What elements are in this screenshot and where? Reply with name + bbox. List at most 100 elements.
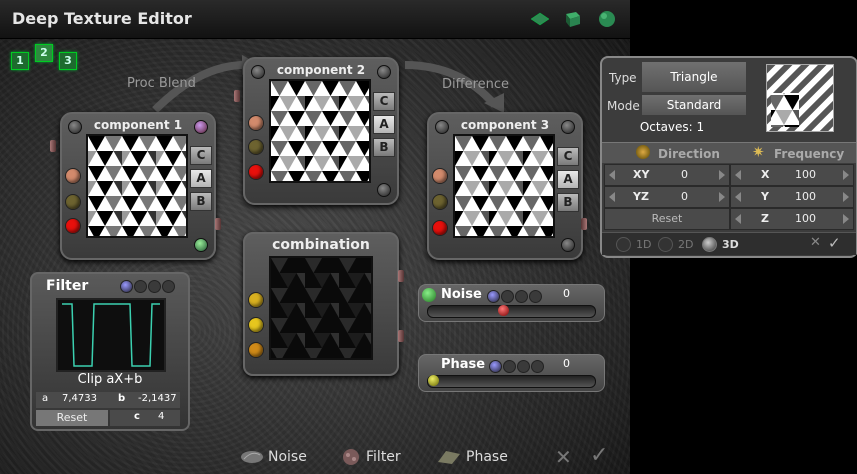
component-3-panel[interactable]: component 3 C A B — [427, 112, 583, 260]
component-2-b-button[interactable]: B — [373, 138, 395, 157]
component-1-c-button[interactable]: C — [190, 146, 212, 165]
phase-track[interactable] — [427, 375, 596, 388]
xy-row[interactable]: XY 0 — [604, 164, 730, 186]
direction-frequency-header: Direction ✷ Frequency — [602, 142, 856, 163]
yz-decrease-icon[interactable] — [609, 192, 615, 202]
filter-c-row: c 4 — [110, 410, 180, 426]
component-1-output-plug[interactable] — [215, 218, 221, 230]
y-increase-icon[interactable] — [843, 192, 849, 202]
component-3-c-button[interactable]: C — [557, 147, 579, 166]
dim-1d-label: 1D — [636, 238, 652, 251]
tab-3[interactable]: 3 — [59, 52, 77, 70]
component-2-input-plug[interactable] — [234, 90, 240, 102]
cube-view-icon[interactable] — [562, 10, 582, 28]
confirm-icon[interactable]: ✓ — [590, 443, 608, 468]
yz-row[interactable]: YZ 0 — [604, 186, 730, 208]
xy-decrease-icon[interactable] — [609, 170, 615, 180]
noise-tool-button[interactable]: Noise — [268, 449, 307, 465]
sphere-view-icon[interactable] — [597, 10, 617, 28]
noise-slider-knob[interactable] — [498, 305, 510, 316]
tab-1[interactable]: 1 — [11, 52, 29, 70]
direction-label: Direction — [658, 147, 720, 161]
filter-c-value[interactable]: 4 — [158, 411, 164, 422]
component-1-texture-preview — [86, 134, 188, 238]
filter-curve-graph — [56, 298, 166, 372]
filter-reset-button[interactable]: Reset — [36, 410, 108, 426]
phase-slider-knob[interactable] — [428, 375, 439, 386]
combination-plug-2[interactable] — [398, 330, 404, 342]
component-3-b-button[interactable]: B — [557, 193, 579, 212]
component-1-output-icon[interactable] — [194, 238, 208, 252]
filter-dots[interactable] — [120, 278, 176, 297]
component-3-color-red[interactable] — [432, 220, 448, 236]
mode-select[interactable]: Standard — [642, 95, 746, 115]
combination-texture-preview — [269, 256, 373, 360]
z-increase-icon[interactable] — [843, 214, 849, 224]
flat-view-icon[interactable] — [530, 10, 550, 28]
z-decrease-icon[interactable] — [735, 214, 741, 224]
noise-enable-icon[interactable] — [422, 288, 436, 302]
y-value[interactable]: 100 — [795, 190, 816, 203]
combination-color-orange[interactable] — [248, 342, 264, 358]
filter-mode[interactable]: Clip aX+b — [32, 372, 188, 387]
x-value[interactable]: 100 — [795, 168, 816, 181]
panel-cancel-icon[interactable]: ✕ — [810, 235, 821, 250]
title-bar: Deep Texture Editor — [0, 0, 630, 39]
y-row[interactable]: Y 100 — [730, 186, 854, 208]
component-1-a-button[interactable]: A — [190, 169, 212, 188]
component-1-input-plug[interactable] — [50, 140, 56, 152]
dim-1d-radio[interactable] — [616, 237, 631, 252]
z-value[interactable]: 100 — [795, 212, 816, 225]
filter-tool-icon[interactable] — [340, 448, 362, 466]
component-1-b-button[interactable]: B — [190, 192, 212, 211]
component-1-color-red[interactable] — [65, 218, 81, 234]
xy-increase-icon[interactable] — [719, 170, 725, 180]
component-3-output-plug[interactable] — [581, 218, 587, 230]
component-2-title: component 2 — [276, 63, 366, 77]
combination-color-yellow-2[interactable] — [248, 317, 264, 333]
component-3-a-button[interactable]: A — [557, 170, 579, 189]
panel-confirm-icon[interactable]: ✓ — [828, 234, 841, 252]
direction-reset-button[interactable]: Reset — [604, 208, 730, 230]
component-2-a-button[interactable]: A — [373, 115, 395, 134]
tab-2[interactable]: 2 — [35, 44, 53, 62]
component-1-options-icon[interactable] — [194, 120, 208, 134]
xy-value[interactable]: 0 — [681, 168, 688, 181]
x-decrease-icon[interactable] — [735, 170, 741, 180]
phase-tool-button[interactable]: Phase — [466, 449, 508, 465]
yz-label: YZ — [633, 190, 649, 203]
dim-3d-radio[interactable] — [702, 237, 717, 252]
combination-plug-1[interactable] — [398, 270, 404, 282]
x-row[interactable]: X 100 — [730, 164, 854, 186]
component-3-color-olive[interactable] — [432, 194, 448, 210]
x-increase-icon[interactable] — [843, 170, 849, 180]
filter-b-label: b — [118, 393, 126, 404]
z-row[interactable]: Z 100 — [730, 208, 854, 230]
component-2-texture-preview — [269, 79, 371, 183]
component-2-color-red[interactable] — [248, 164, 264, 180]
combination-panel[interactable]: combination — [243, 232, 399, 376]
y-decrease-icon[interactable] — [735, 192, 741, 202]
filter-tool-button[interactable]: Filter — [366, 449, 401, 465]
noise-track[interactable] — [427, 305, 596, 318]
component-1-panel[interactable]: component 1 C A B — [60, 112, 216, 260]
dim-2d-label: 2D — [678, 238, 694, 251]
octaves-field[interactable]: Octaves: 1 — [602, 120, 742, 134]
yz-value[interactable]: 0 — [681, 190, 688, 203]
type-select[interactable]: Triangle — [642, 62, 746, 92]
component-3-color-salmon[interactable] — [432, 168, 448, 184]
cancel-icon[interactable]: ✕ — [555, 445, 572, 469]
filter-b-value[interactable]: -2,1437 — [138, 393, 177, 404]
combination-color-yellow-1[interactable] — [248, 292, 264, 308]
yz-increase-icon[interactable] — [719, 192, 725, 202]
component-2-c-button[interactable]: C — [373, 92, 395, 111]
component-1-color-salmon[interactable] — [65, 168, 81, 184]
dim-2d-radio[interactable] — [658, 237, 673, 252]
component-1-color-olive[interactable] — [65, 194, 81, 210]
filter-a-value[interactable]: 7,4733 — [62, 393, 97, 404]
phase-tool-icon[interactable] — [436, 448, 462, 466]
noise-tool-icon[interactable] — [240, 450, 264, 464]
component-2-panel[interactable]: component 2 C A B — [243, 57, 399, 205]
component-2-color-olive[interactable] — [248, 139, 264, 155]
component-2-color-salmon[interactable] — [248, 115, 264, 131]
